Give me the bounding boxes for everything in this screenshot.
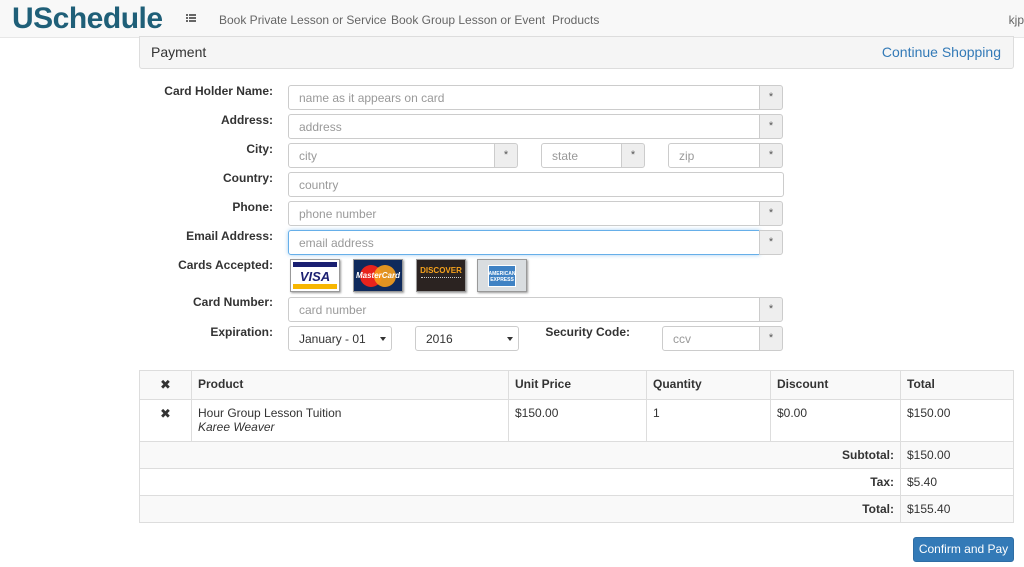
tax-label: Tax:	[139, 468, 901, 496]
grand-total-value: $155.40	[900, 495, 1014, 523]
subtotal-value: $150.00	[900, 441, 1014, 469]
mastercard-card-icon: MasterCard	[353, 259, 403, 292]
total-header: Total	[900, 370, 1014, 400]
remove-column-icon: ✖	[139, 370, 192, 400]
country-input[interactable]: country	[288, 172, 784, 197]
phone-label: Phone:	[232, 200, 273, 214]
total-cell: $150.00	[900, 399, 1014, 442]
country-label: Country:	[223, 171, 273, 185]
expiration-year-value: 2016	[426, 332, 453, 346]
expiration-month-select[interactable]: January - 01	[288, 326, 392, 351]
unit-price-cell: $150.00	[508, 399, 647, 442]
expiration-label: Expiration:	[210, 325, 273, 339]
required-marker: *	[759, 230, 783, 255]
zip-input[interactable]: zip	[668, 143, 760, 168]
required-marker: *	[494, 143, 518, 168]
required-marker: *	[759, 114, 783, 139]
table-header-row: ✖ Product Unit Price Quantity Discount T…	[139, 370, 1014, 400]
card-number-input[interactable]: card number	[288, 297, 760, 322]
required-marker: *	[759, 326, 783, 351]
user-menu[interactable]: kjp	[1009, 13, 1024, 27]
subtotal-row: Subtotal: $150.00	[139, 441, 1014, 469]
security-code-input[interactable]: ccv	[662, 326, 760, 351]
required-marker: *	[759, 297, 783, 322]
tax-row: Tax: $5.40	[139, 468, 1014, 496]
unit-price-header: Unit Price	[508, 370, 647, 400]
expiration-year-select[interactable]: 2016	[415, 326, 519, 351]
nav-book-group[interactable]: Book Group Lesson or Event	[391, 13, 545, 27]
grand-total-row: Total: $155.40	[139, 495, 1014, 523]
chevron-down-icon	[380, 337, 386, 341]
mastercard-label: MasterCard	[355, 271, 400, 280]
required-marker: *	[759, 85, 783, 110]
state-input[interactable]: state	[541, 143, 622, 168]
discount-header: Discount	[770, 370, 901, 400]
nav-products[interactable]: Products	[552, 13, 599, 27]
required-marker: *	[759, 143, 783, 168]
security-code-label: Security Code:	[545, 325, 630, 339]
product-name: Hour Group Lesson Tuition	[198, 406, 342, 420]
address-label: Address:	[220, 113, 273, 127]
subtotal-label: Subtotal:	[139, 441, 901, 469]
required-marker: *	[621, 143, 645, 168]
tax-value: $5.40	[900, 468, 1014, 496]
teacher-name: Karee Weaver	[198, 420, 275, 434]
address-input[interactable]: address	[288, 114, 760, 139]
email-input[interactable]: email address	[288, 230, 760, 255]
brand-logo[interactable]: USchedule	[12, 2, 163, 36]
top-navbar: USchedule Book Private Lesson or Service…	[0, 0, 1024, 38]
card-holder-input[interactable]: name as it appears on card	[288, 85, 760, 110]
discover-label: DISCOVER	[420, 266, 462, 275]
card-number-label: Card Number:	[192, 295, 273, 309]
remove-item-icon[interactable]: ✖	[139, 399, 192, 442]
list-menu-icon[interactable]	[186, 14, 196, 23]
product-header: Product	[191, 370, 509, 400]
amex-card-icon: AMERICAN EXPRESS	[477, 259, 527, 292]
page-title: Payment	[151, 44, 207, 60]
grand-total-label: Total:	[139, 495, 901, 523]
table-row: ✖ Hour Group Lesson Tuition Karee Weaver…	[139, 399, 1014, 442]
quantity-header: Quantity	[646, 370, 771, 400]
chevron-down-icon	[507, 337, 513, 341]
payment-panel-header: Payment Continue Shopping	[139, 36, 1014, 69]
city-input[interactable]: city	[288, 143, 495, 168]
cards-accepted-label: Cards Accepted:	[178, 258, 273, 272]
continue-shopping-link[interactable]: Continue Shopping	[882, 44, 1001, 60]
discover-card-icon: DISCOVER	[416, 259, 466, 292]
quantity-cell: 1	[646, 399, 771, 442]
cart-table: ✖ Product Unit Price Quantity Discount T…	[139, 370, 1014, 523]
phone-input[interactable]: phone number	[288, 201, 760, 226]
required-marker: *	[759, 201, 783, 226]
card-holder-label: Card Holder Name:	[164, 84, 273, 98]
amex-label: AMERICAN EXPRESS	[488, 271, 516, 283]
nav-book-private[interactable]: Book Private Lesson or Service	[219, 13, 386, 27]
expiration-month-value: January - 01	[299, 332, 366, 346]
email-label: Email Address:	[186, 229, 273, 243]
discount-cell: $0.00	[770, 399, 901, 442]
product-cell: Hour Group Lesson Tuition Karee Weaver	[191, 399, 509, 442]
city-label: City:	[246, 142, 273, 156]
confirm-and-pay-button[interactable]: Confirm and Pay	[913, 537, 1014, 562]
visa-card-icon: VISA	[290, 259, 340, 292]
visa-label: VISA	[299, 269, 331, 284]
